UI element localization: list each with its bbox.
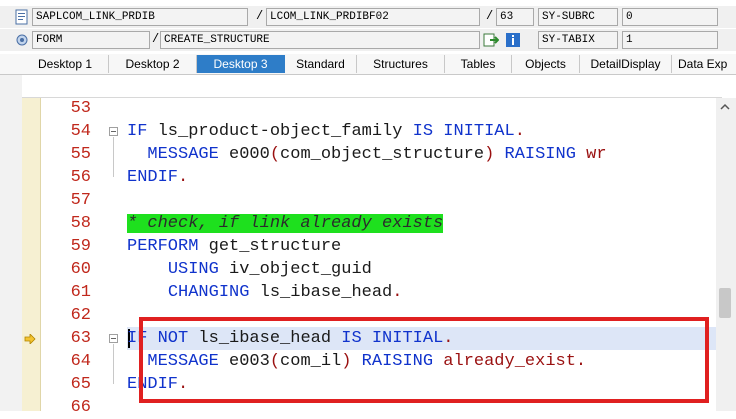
highlight-box [139, 317, 709, 403]
program-icon [15, 9, 28, 25]
system-field-value[interactable]: 1 [622, 31, 718, 49]
tab-desktop-3[interactable]: Desktop 3 [197, 55, 285, 73]
fold-toggle-icon[interactable] [109, 127, 118, 136]
scrollbar-thumb[interactable] [719, 288, 731, 318]
form-icon [16, 34, 28, 46]
tab-desktop-1[interactable]: Desktop 1 [22, 55, 109, 73]
line-number: 56 [70, 168, 91, 187]
line-number: 53 [70, 99, 91, 118]
line-number: 65 [70, 375, 91, 394]
line-number: 60 [70, 260, 91, 279]
info-icon[interactable] [505, 32, 521, 48]
current-line-arrow-icon [24, 334, 36, 344]
separator: / [486, 9, 494, 23]
header-row-form: FORM / CREATE_STRUCTURE SY-TABIX 1 [0, 29, 736, 51]
line-number: 62 [70, 306, 91, 325]
line-number: 59 [70, 237, 91, 256]
line-number: 57 [70, 191, 91, 210]
scroll-up-icon[interactable] [718, 100, 732, 114]
include-name-field[interactable]: LCOM_LINK_PRDIBF02 [266, 8, 480, 26]
line-number: 64 [70, 352, 91, 371]
code-line[interactable]: USING iv_object_guid [127, 258, 372, 281]
line-number-field[interactable]: 63 [496, 8, 534, 26]
header-row-program: SAPLCOM_LINK_PRDIB / LCOM_LINK_PRDIBF02 … [0, 6, 736, 28]
navigate-icon[interactable] [483, 32, 499, 48]
tab-standard[interactable]: Standard [285, 55, 357, 73]
editor-left-margin [0, 75, 22, 411]
tab-data-explorer[interactable]: Data Exp [672, 55, 736, 73]
vertical-scrollbar[interactable] [716, 98, 736, 411]
code-line[interactable]: ENDIF. [127, 166, 188, 189]
system-field-value[interactable]: 0 [622, 8, 718, 26]
separator: / [256, 9, 264, 23]
code-line[interactable]: * check, if link already exists [127, 212, 444, 235]
event-type-field[interactable]: FORM [32, 31, 150, 49]
system-field-name[interactable]: SY-SUBRC [538, 8, 618, 26]
desktop-tab-bar: Desktop 1 Desktop 2 Desktop 3 Standard S… [0, 54, 736, 75]
line-number: 55 [70, 145, 91, 164]
fold-guide [113, 137, 114, 177]
source-code-editor[interactable]: 53 54 55 56 57 58 59 60 61 62 63 64 65 6… [0, 75, 736, 417]
event-name-field[interactable]: CREATE_STRUCTURE [160, 31, 480, 49]
code-line[interactable]: MESSAGE e000(com_object_structure) RAISI… [127, 143, 606, 166]
line-number: 58 [70, 214, 91, 233]
code-line[interactable]: IF ls_product-object_family IS INITIAL. [127, 120, 525, 143]
tab-detail-display[interactable]: DetailDisplay [580, 55, 672, 73]
tab-objects[interactable]: Objects [512, 55, 580, 73]
code-line[interactable]: CHANGING ls_ibase_head. [127, 281, 403, 304]
tab-tables[interactable]: Tables [445, 55, 512, 73]
line-number: 63 [70, 329, 91, 348]
breakpoint-column[interactable] [22, 97, 41, 411]
fold-toggle-icon[interactable] [109, 334, 118, 343]
system-field-name[interactable]: SY-TABIX [538, 31, 618, 49]
tab-structures[interactable]: Structures [357, 55, 445, 73]
separator: / [152, 32, 160, 46]
program-name-field[interactable]: SAPLCOM_LINK_PRDIB [32, 8, 248, 26]
fold-guide [113, 344, 114, 384]
code-line[interactable]: PERFORM get_structure [127, 235, 341, 258]
line-number: 66 [70, 398, 91, 417]
tab-desktop-2[interactable]: Desktop 2 [109, 55, 197, 73]
line-number: 61 [70, 283, 91, 302]
line-number: 54 [70, 122, 91, 141]
